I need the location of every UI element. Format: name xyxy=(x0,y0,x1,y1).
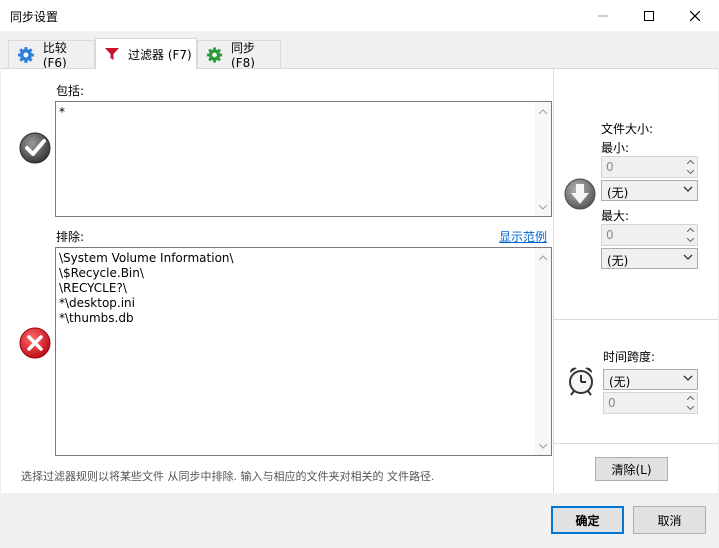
tab-compare[interactable]: 比较 (F6) xyxy=(8,40,95,70)
scroll-up-icon[interactable] xyxy=(538,106,548,116)
exclude-scrollbar[interactable] xyxy=(535,248,551,455)
download-arrow-icon xyxy=(564,178,596,210)
scroll-down-icon[interactable] xyxy=(538,441,548,451)
time-span-label: 时间跨度: xyxy=(603,350,656,364)
include-label: 包括: xyxy=(56,84,85,98)
scroll-down-icon[interactable] xyxy=(538,202,548,212)
section-divider xyxy=(554,319,718,320)
min-size-unit: (无) xyxy=(607,186,629,200)
time-span-stepper[interactable]: 0 xyxy=(603,392,698,414)
section-divider xyxy=(554,443,718,444)
exclude-label: 排除: xyxy=(56,230,85,244)
chevron-down-icon[interactable] xyxy=(683,167,697,177)
chevron-down-icon xyxy=(683,254,693,260)
chevron-down-icon[interactable] xyxy=(683,235,697,245)
cancel-button[interactable]: 取消 xyxy=(633,506,706,534)
filter-rules-area: 包括: * 排除: 显示范例 \System Volume Informatio… xyxy=(1,69,553,494)
cross-icon xyxy=(19,327,51,359)
scroll-up-icon[interactable] xyxy=(538,252,548,262)
tab-sync[interactable]: 同步 (F8) xyxy=(197,40,281,70)
chevron-down-icon xyxy=(683,375,693,381)
filter-panel: 包括: * 排除: 显示范例 \System Volume Informatio… xyxy=(1,68,718,494)
maximize-icon xyxy=(644,10,654,21)
max-size-label: 最大: xyxy=(601,209,630,223)
time-span-unit-select[interactable]: (无) xyxy=(603,369,698,390)
min-size-stepper[interactable]: 0 xyxy=(601,156,698,178)
max-size-stepper[interactable]: 0 xyxy=(601,224,698,246)
dialog-footer: 确定 取消 xyxy=(0,493,719,548)
close-icon xyxy=(690,10,700,21)
maximize-button[interactable] xyxy=(626,0,672,31)
title-bar: 同步设置 xyxy=(0,0,719,31)
show-examples-link[interactable]: 显示范例 xyxy=(499,228,547,245)
minimize-icon xyxy=(598,15,608,16)
funnel-icon xyxy=(105,48,119,60)
alarm-clock-icon xyxy=(569,367,593,396)
include-scrollbar[interactable] xyxy=(535,102,551,216)
max-size-unit: (无) xyxy=(607,254,629,268)
chevron-up-icon[interactable] xyxy=(683,157,697,167)
tab-sync-label: 同步 (F8) xyxy=(231,41,256,70)
time-span-value: 0 xyxy=(608,396,616,410)
time-span-unit: (无) xyxy=(609,375,631,389)
exclude-text: \System Volume Information\ \$Recycle.Bi… xyxy=(59,251,234,325)
ok-button[interactable]: 确定 xyxy=(551,506,624,534)
min-size-unit-select[interactable]: (无) xyxy=(601,180,698,201)
max-size-value: 0 xyxy=(606,228,614,242)
close-button[interactable] xyxy=(672,0,718,31)
tab-compare-label: 比较 (F6) xyxy=(42,41,67,70)
tab-filter-label: 过滤器 (F7) xyxy=(128,47,192,62)
gear-icon xyxy=(17,46,34,63)
chevron-down-icon[interactable] xyxy=(683,403,697,413)
window-title: 同步设置 xyxy=(10,10,59,24)
exclude-textarea[interactable]: \System Volume Information\ \$Recycle.Bi… xyxy=(55,247,552,456)
chevron-up-icon[interactable] xyxy=(683,393,697,403)
file-size-label: 文件大小: xyxy=(601,122,654,136)
vertical-divider xyxy=(553,69,554,494)
gear-icon xyxy=(206,46,223,63)
tab-filter[interactable]: 过滤器 (F7) xyxy=(95,38,197,69)
hint-text: 选择过滤器规则以将某些文件 从同步中排除. 输入与相应的文件夹对相关的 文件路径… xyxy=(21,470,435,483)
min-size-value: 0 xyxy=(606,160,614,174)
chevron-down-icon xyxy=(683,186,693,192)
checkmark-icon xyxy=(19,132,51,164)
include-text: * xyxy=(59,105,65,119)
min-size-label: 最小: xyxy=(601,141,630,155)
chevron-up-icon[interactable] xyxy=(683,225,697,235)
include-textarea[interactable]: * xyxy=(55,101,552,217)
max-size-unit-select[interactable]: (无) xyxy=(601,248,698,269)
clear-button[interactable]: 清除(L) xyxy=(595,457,668,481)
minimize-button[interactable] xyxy=(580,0,626,31)
